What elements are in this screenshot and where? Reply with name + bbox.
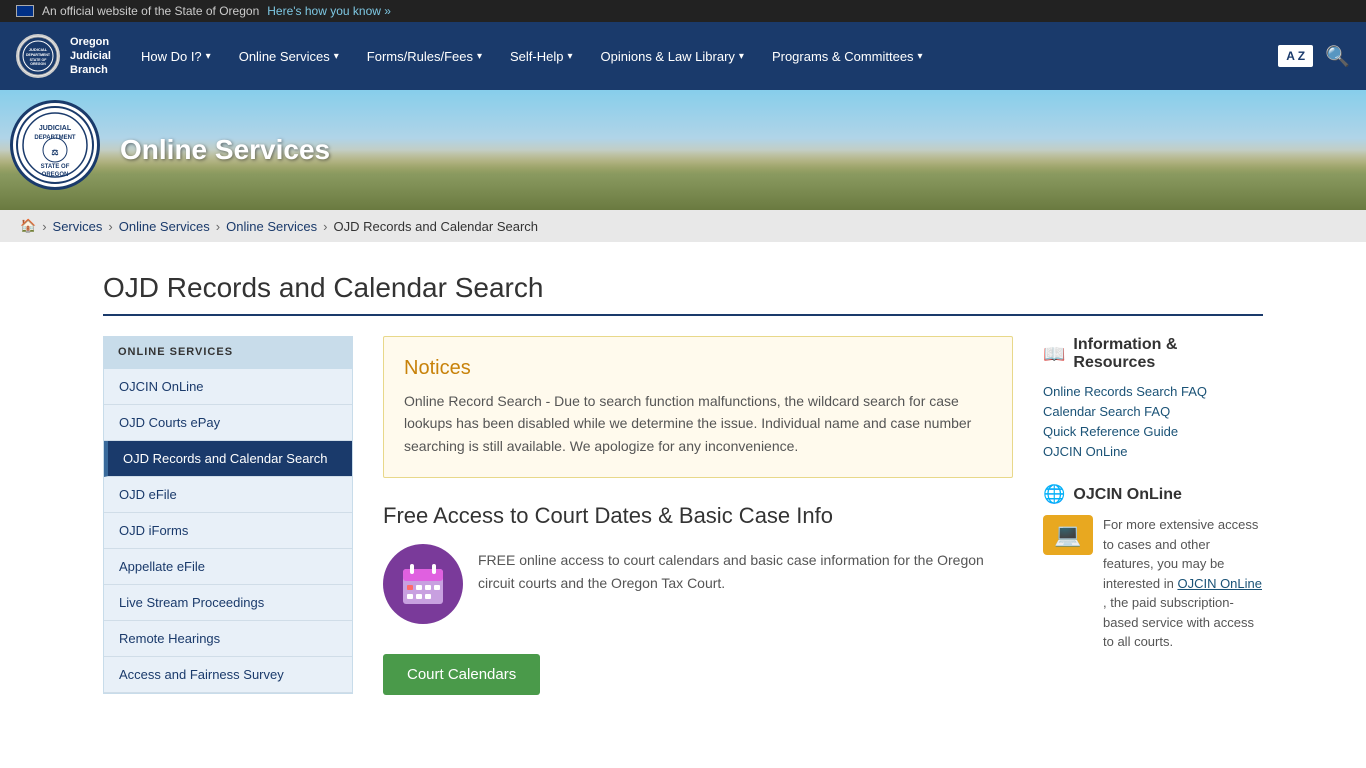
- svg-text:STATE OF: STATE OF: [41, 164, 70, 170]
- sidebar-link-ojcin[interactable]: OJCIN OnLine: [104, 369, 352, 405]
- ojcin-section: 🌐 OJCIN OnLine 💻 For more extensive acce…: [1043, 484, 1263, 652]
- sidebar-links: OJCIN OnLine OJD Courts ePay OJD Records…: [103, 368, 353, 694]
- banner-text: An official website of the State of Oreg…: [42, 4, 259, 18]
- svg-text:JUDICIAL: JUDICIAL: [39, 125, 72, 132]
- ojcin-description: For more extensive access to cases and o…: [1103, 515, 1263, 652]
- calendar-icon: [383, 544, 463, 624]
- nav-links: How Do I? ▾ Online Services ▾ Forms/Rule…: [127, 22, 1270, 90]
- right-sidebar: 📖 Information & Resources Online Records…: [1043, 336, 1263, 695]
- notice-box: Notices Online Record Search - Due to se…: [383, 336, 1013, 478]
- right-links: Online Records Search FAQ Calendar Searc…: [1043, 384, 1263, 459]
- calendar-text: FREE online access to court calendars an…: [478, 544, 1013, 594]
- info-resources-section: 📖 Information & Resources Online Records…: [1043, 336, 1263, 459]
- sidebar-link-livestream[interactable]: Live Stream Proceedings: [104, 585, 352, 621]
- sidebar-link-survey[interactable]: Access and Fairness Survey: [104, 657, 352, 693]
- svg-text:OREGON: OREGON: [42, 172, 69, 178]
- sidebar-link-iforms[interactable]: OJD iForms: [104, 513, 352, 549]
- book-icon: 📖: [1043, 344, 1065, 365]
- hero-title: Online Services: [120, 134, 330, 166]
- translate-button[interactable]: A Z: [1278, 45, 1313, 67]
- court-calendars-button[interactable]: Court Calendars: [383, 654, 540, 695]
- nav-item-online-services[interactable]: Online Services ▾: [225, 22, 353, 90]
- ojcin-title: 🌐 OJCIN OnLine: [1043, 484, 1263, 505]
- sidebar-link-epay[interactable]: OJD Courts ePay: [104, 405, 352, 441]
- search-button[interactable]: 🔍: [1317, 44, 1358, 69]
- calendar-section: FREE online access to court calendars an…: [383, 544, 1013, 624]
- chevron-down-icon: ▾: [739, 51, 744, 62]
- logo-seal: JUDICIAL DEPARTMENT STATE OF OREGON: [16, 34, 60, 78]
- center-content: Notices Online Record Search - Due to se…: [383, 336, 1013, 695]
- nav-item-forms[interactable]: Forms/Rules/Fees ▾: [353, 22, 496, 90]
- link-ojcin[interactable]: OJCIN OnLine: [1043, 444, 1263, 459]
- chevron-down-icon: ▾: [206, 51, 211, 62]
- sidebar: ONLINE SERVICES OJCIN OnLine OJD Courts …: [103, 336, 353, 695]
- sidebar-heading: ONLINE SERVICES: [103, 336, 353, 368]
- oregon-flag-icon: [16, 5, 34, 17]
- nav-item-how-do-i[interactable]: How Do I? ▾: [127, 22, 225, 90]
- notice-title: Notices: [404, 357, 992, 380]
- breadcrumb: 🏠 › Services › Online Services › Online …: [0, 210, 1366, 242]
- hero-seal: JUDICIAL DEPARTMENT ⚖ STATE OF OREGON: [10, 100, 100, 190]
- laptop-icon: 💻: [1043, 515, 1093, 555]
- info-resources-title: 📖 Information & Resources: [1043, 336, 1263, 372]
- breadcrumb-current: OJD Records and Calendar Search: [334, 219, 539, 234]
- page-title: OJD Records and Calendar Search: [103, 272, 1263, 316]
- chevron-down-icon: ▾: [334, 51, 339, 62]
- notice-text: Online Record Search - Due to search fun…: [404, 390, 992, 457]
- nav-item-self-help[interactable]: Self-Help ▾: [496, 22, 587, 90]
- banner-link[interactable]: Here's how you know »: [267, 4, 391, 18]
- top-banner: An official website of the State of Oreg…: [0, 0, 1366, 22]
- chevron-down-icon: ▾: [918, 51, 923, 62]
- chevron-down-icon: ▾: [477, 51, 482, 62]
- nav-item-programs[interactable]: Programs & Committees ▾: [758, 22, 937, 90]
- svg-text:DEPARTMENT: DEPARTMENT: [26, 53, 51, 57]
- breadcrumb-services[interactable]: Services: [53, 219, 103, 234]
- home-icon: 🏠: [20, 218, 36, 234]
- ojcin-online-link[interactable]: OJCIN OnLine: [1177, 576, 1262, 591]
- svg-text:⚖: ⚖: [51, 148, 58, 157]
- link-records-faq[interactable]: Online Records Search FAQ: [1043, 384, 1263, 399]
- chevron-down-icon: ▾: [567, 51, 572, 62]
- sidebar-link-records[interactable]: OJD Records and Calendar Search: [104, 441, 352, 477]
- main-content: OJD Records and Calendar Search ONLINE S…: [83, 242, 1283, 725]
- sidebar-link-efile[interactable]: OJD eFile: [104, 477, 352, 513]
- link-calendar-faq[interactable]: Calendar Search FAQ: [1043, 404, 1263, 419]
- logo-text: Oregon Judicial Branch: [70, 35, 111, 78]
- free-access-heading: Free Access to Court Dates & Basic Case …: [383, 503, 1013, 529]
- navigation: JUDICIAL DEPARTMENT STATE OF OREGON Oreg…: [0, 22, 1366, 90]
- breadcrumb-online-services-2[interactable]: Online Services: [226, 219, 317, 234]
- nav-right: A Z 🔍: [1270, 22, 1366, 90]
- ojcin-content: 💻 For more extensive access to cases and…: [1043, 515, 1263, 652]
- sidebar-link-appellate[interactable]: Appellate eFile: [104, 549, 352, 585]
- logo-area: JUDICIAL DEPARTMENT STATE OF OREGON Oreg…: [0, 22, 127, 90]
- svg-text:OREGON: OREGON: [30, 62, 46, 66]
- link-quick-ref[interactable]: Quick Reference Guide: [1043, 424, 1263, 439]
- nav-item-opinions[interactable]: Opinions & Law Library ▾: [587, 22, 758, 90]
- hero-section: JUDICIAL DEPARTMENT ⚖ STATE OF OREGON On…: [0, 90, 1366, 210]
- breadcrumb-online-services-1[interactable]: Online Services: [119, 219, 210, 234]
- svg-text:JUDICIAL: JUDICIAL: [29, 47, 48, 52]
- sidebar-link-remote[interactable]: Remote Hearings: [104, 621, 352, 657]
- content-layout: ONLINE SERVICES OJCIN OnLine OJD Courts …: [103, 336, 1263, 695]
- globe-icon: 🌐: [1043, 484, 1065, 505]
